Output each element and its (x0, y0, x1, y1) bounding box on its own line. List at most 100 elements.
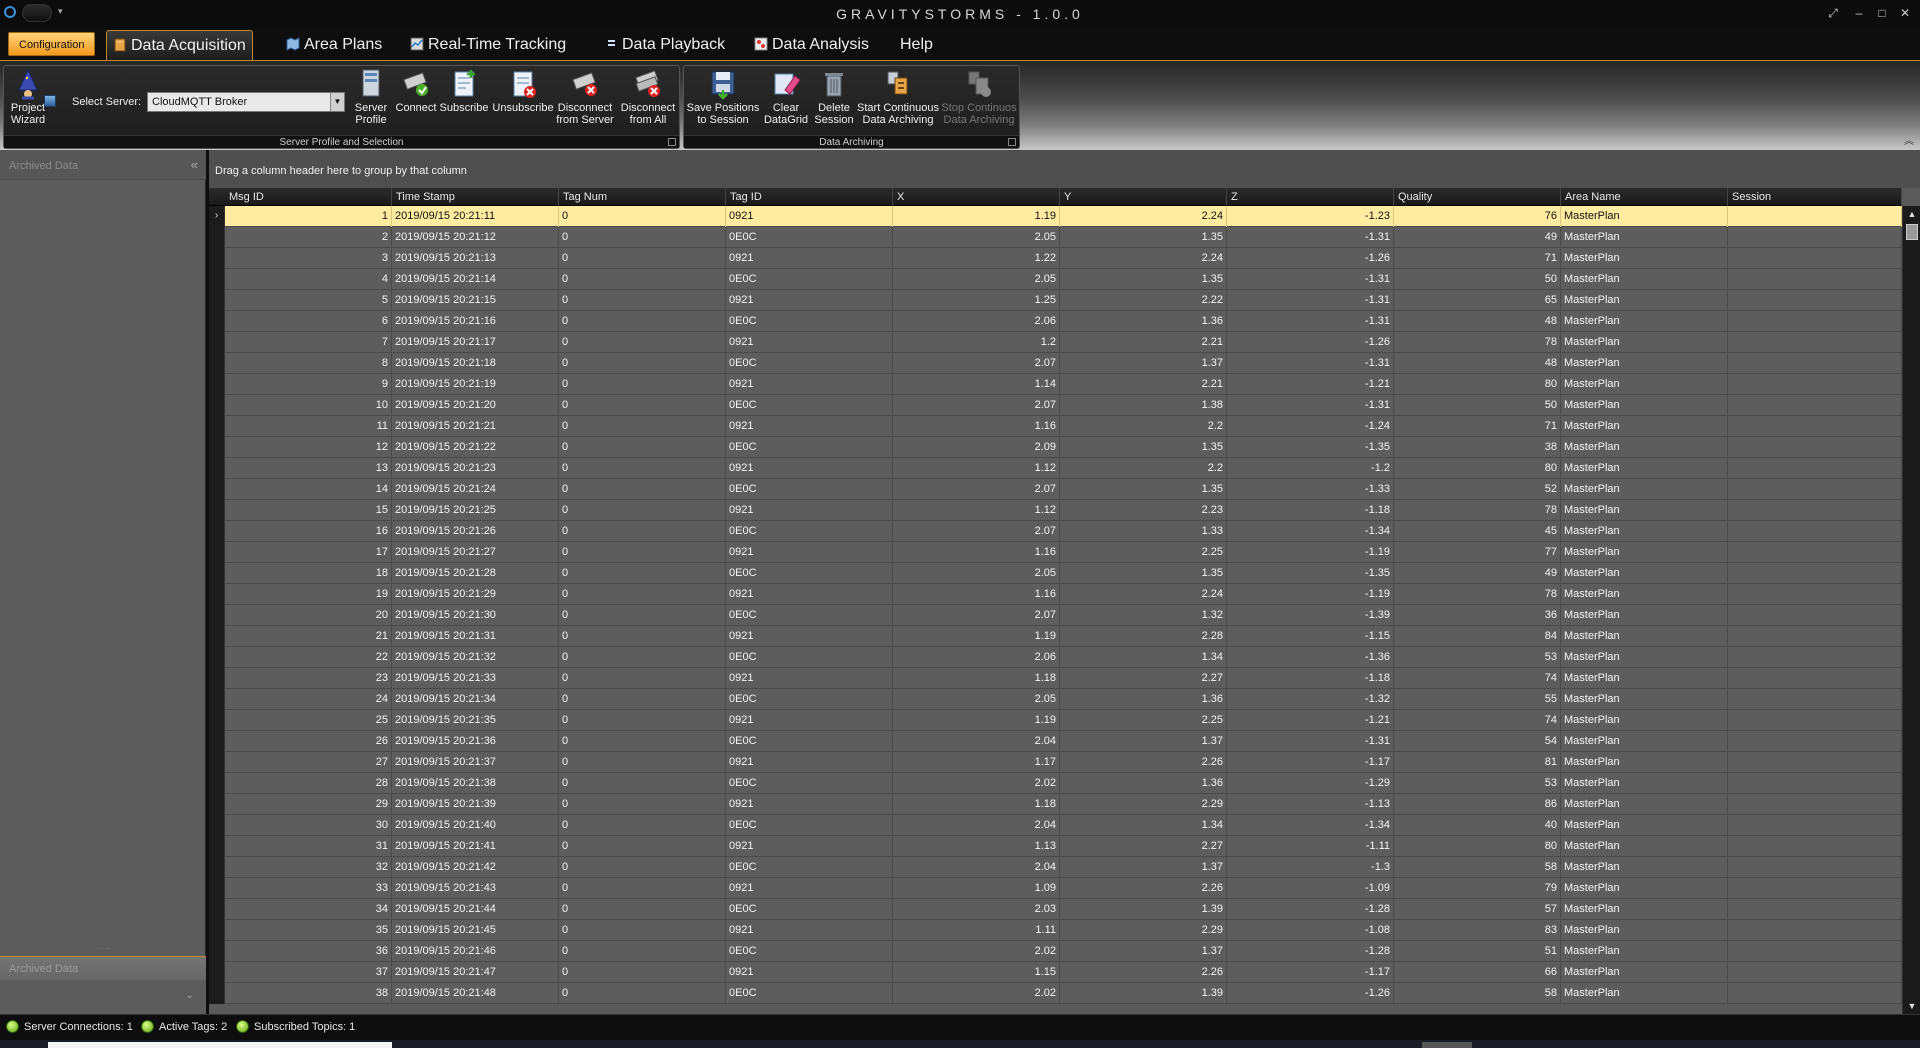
table-cell[interactable]: 2.07 (893, 395, 1060, 416)
table-cell[interactable]: 76 (1394, 206, 1561, 227)
table-cell[interactable]: 0921 (726, 794, 893, 815)
table-cell[interactable]: 2.27 (1060, 668, 1227, 689)
table-cell[interactable]: 2019/09/15 20:21:27 (392, 542, 559, 563)
row-indicator[interactable] (209, 563, 225, 584)
table-cell[interactable]: 23 (225, 668, 392, 689)
table-cell[interactable]: 2.05 (893, 269, 1060, 290)
table-cell[interactable]: 2.25 (1060, 542, 1227, 563)
table-row[interactable]: 31 2019/09/15 20:21:41 0 0921 1.13 2.27 -1.11 8… (209, 836, 1902, 857)
table-row[interactable]: › 1 2019/09/15 20:21:11 0 0921 1.19 2.24 -1.23 7… (209, 206, 1902, 227)
table-cell[interactable]: 2.06 (893, 311, 1060, 332)
row-indicator[interactable] (209, 626, 225, 647)
table-cell[interactable]: 0 (559, 920, 726, 941)
table-cell[interactable]: 1.37 (1060, 353, 1227, 374)
table-cell[interactable] (1728, 605, 1902, 626)
table-cell[interactable]: MasterPlan (1561, 647, 1728, 668)
table-cell[interactable]: 0 (559, 899, 726, 920)
table-cell[interactable]: 49 (1394, 563, 1561, 584)
row-indicator[interactable] (209, 374, 225, 395)
table-cell[interactable] (1728, 584, 1902, 605)
splitter-grip[interactable]: ····· (0, 945, 206, 954)
table-cell[interactable]: 40 (1394, 815, 1561, 836)
table-cell[interactable] (1728, 899, 1902, 920)
column-header[interactable]: Y (1060, 188, 1227, 206)
table-cell[interactable]: 0921 (726, 206, 893, 227)
table-cell[interactable]: 1.38 (1060, 395, 1227, 416)
table-cell[interactable]: 1.19 (893, 206, 1060, 227)
table-cell[interactable]: 0921 (726, 626, 893, 647)
table-cell[interactable]: 2019/09/15 20:21:34 (392, 689, 559, 710)
table-cell[interactable]: 1.35 (1060, 437, 1227, 458)
table-row[interactable]: 27 2019/09/15 20:21:37 0 0921 1.17 2.26 -1.17 8… (209, 752, 1902, 773)
table-cell[interactable] (1728, 878, 1902, 899)
table-cell[interactable]: -1.2 (1227, 458, 1394, 479)
table-cell[interactable]: 79 (1394, 878, 1561, 899)
table-cell[interactable]: 50 (1394, 269, 1561, 290)
table-cell[interactable]: 74 (1394, 668, 1561, 689)
group-by-panel[interactable]: Drag a column header here to group by th… (209, 150, 1920, 188)
table-cell[interactable]: 1.25 (893, 290, 1060, 311)
server-select[interactable]: CloudMQTT Broker ▼ (147, 92, 345, 112)
table-cell[interactable]: MasterPlan (1561, 626, 1728, 647)
table-cell[interactable]: MasterPlan (1561, 311, 1728, 332)
row-indicator[interactable] (209, 752, 225, 773)
table-cell[interactable]: MasterPlan (1561, 962, 1728, 983)
save-positions-button[interactable]: Save Positions to Session (686, 68, 760, 126)
table-cell[interactable]: 0 (559, 395, 726, 416)
table-cell[interactable]: 2019/09/15 20:21:46 (392, 941, 559, 962)
row-indicator[interactable] (209, 815, 225, 836)
table-cell[interactable]: 0 (559, 227, 726, 248)
table-cell[interactable]: 0 (559, 605, 726, 626)
table-cell[interactable]: MasterPlan (1561, 563, 1728, 584)
table-cell[interactable]: 2.2 (1060, 458, 1227, 479)
table-cell[interactable]: 58 (1394, 857, 1561, 878)
table-cell[interactable] (1728, 479, 1902, 500)
table-cell[interactable] (1728, 311, 1902, 332)
table-cell[interactable]: 1.37 (1060, 941, 1227, 962)
row-indicator[interactable] (209, 878, 225, 899)
table-row[interactable]: 32 2019/09/15 20:21:42 0 0E0C 2.04 1.37 -1.3 58… (209, 857, 1902, 878)
table-cell[interactable]: 2019/09/15 20:21:13 (392, 248, 559, 269)
table-cell[interactable]: 1.16 (893, 584, 1060, 605)
table-cell[interactable]: 0921 (726, 584, 893, 605)
table-cell[interactable]: 21 (225, 626, 392, 647)
table-cell[interactable]: 71 (1394, 248, 1561, 269)
table-row[interactable]: 36 2019/09/15 20:21:46 0 0E0C 2.02 1.37 -1.28 5… (209, 941, 1902, 962)
table-cell[interactable] (1728, 794, 1902, 815)
table-cell[interactable]: 2.26 (1060, 878, 1227, 899)
table-cell[interactable]: 0 (559, 815, 726, 836)
vertical-scrollbar[interactable]: ▲ ▼ (1902, 206, 1920, 1014)
table-cell[interactable]: 36 (225, 941, 392, 962)
maximize-button[interactable]: □ (1871, 4, 1893, 22)
table-row[interactable]: 15 2019/09/15 20:21:25 0 0921 1.12 2.23 -1.18 7… (209, 500, 1902, 521)
table-cell[interactable]: 35 (225, 920, 392, 941)
unsubscribe-button[interactable]: Unsubscribe (492, 68, 554, 114)
table-cell[interactable]: 0 (559, 668, 726, 689)
table-cell[interactable]: 0E0C (726, 437, 893, 458)
table-cell[interactable]: MasterPlan (1561, 542, 1728, 563)
table-cell[interactable]: 7 (225, 332, 392, 353)
table-cell[interactable]: 9 (225, 374, 392, 395)
table-cell[interactable]: 78 (1394, 332, 1561, 353)
table-cell[interactable]: 81 (1394, 752, 1561, 773)
table-cell[interactable]: 1.37 (1060, 857, 1227, 878)
table-cell[interactable]: 0 (559, 353, 726, 374)
table-cell[interactable]: MasterPlan (1561, 227, 1728, 248)
table-cell[interactable]: MasterPlan (1561, 983, 1728, 1004)
table-cell[interactable]: 33 (225, 878, 392, 899)
table-cell[interactable]: 0E0C (726, 689, 893, 710)
table-cell[interactable]: 0E0C (726, 521, 893, 542)
row-indicator[interactable] (209, 290, 225, 311)
table-cell[interactable]: -1.11 (1227, 836, 1394, 857)
table-cell[interactable]: 0E0C (726, 563, 893, 584)
dialog-launcher-icon[interactable] (668, 138, 676, 146)
table-cell[interactable]: 1.16 (893, 416, 1060, 437)
column-header[interactable]: Tag Num (559, 188, 726, 206)
table-cell[interactable]: 2019/09/15 20:21:15 (392, 290, 559, 311)
table-cell[interactable]: 0 (559, 332, 726, 353)
table-cell[interactable]: 0 (559, 248, 726, 269)
row-indicator[interactable] (209, 899, 225, 920)
table-cell[interactable]: 2.07 (893, 479, 1060, 500)
table-cell[interactable]: MasterPlan (1561, 605, 1728, 626)
table-cell[interactable]: 2019/09/15 20:21:32 (392, 647, 559, 668)
